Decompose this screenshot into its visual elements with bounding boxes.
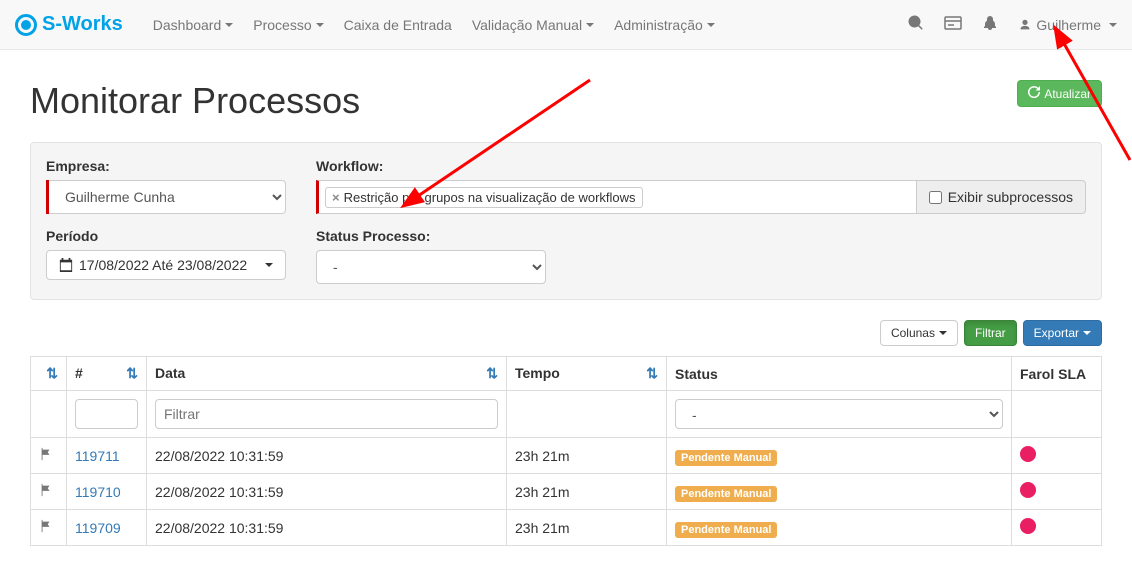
empresa-select[interactable]: Guilherme Cunha bbox=[49, 180, 286, 214]
navbar: S-Works Dashboard Processo Caixa de Entr… bbox=[0, 0, 1132, 50]
calendar-icon bbox=[59, 258, 73, 272]
page-header: Monitorar Processos Atualizar bbox=[0, 50, 1132, 142]
workflow-tag: × Restrição por grupos na visualização d… bbox=[325, 187, 643, 208]
flag-icon[interactable] bbox=[39, 484, 53, 500]
nav-dashboard[interactable]: Dashboard bbox=[153, 17, 234, 33]
filter-status-select[interactable]: - bbox=[675, 399, 1003, 429]
th-id[interactable]: #⇅ bbox=[67, 357, 147, 391]
table-row: 119710 22/08/2022 10:31:5923h 21m Pendente… bbox=[31, 474, 1102, 510]
chevron-down-icon bbox=[225, 23, 233, 27]
status-badge: Pendente Manual bbox=[675, 486, 777, 502]
card-icon[interactable] bbox=[944, 15, 962, 34]
cell-data: 22/08/2022 10:31:59 bbox=[147, 510, 507, 546]
user-icon bbox=[1018, 18, 1032, 32]
th-data[interactable]: Data⇅ bbox=[147, 357, 507, 391]
chevron-down-icon bbox=[316, 23, 324, 27]
chevron-down-icon bbox=[1083, 331, 1091, 335]
cell-data: 22/08/2022 10:31:59 bbox=[147, 438, 507, 474]
logo-icon bbox=[15, 14, 37, 36]
empresa-label: Empresa: bbox=[46, 158, 286, 174]
nav-main: Dashboard Processo Caixa de Entrada Vali… bbox=[153, 17, 735, 33]
table-row: 119711 22/08/2022 10:31:5923h 21m Pendente… bbox=[31, 438, 1102, 474]
status-label: Status Processo: bbox=[316, 228, 1086, 244]
sort-icon: ⇅ bbox=[126, 365, 138, 382]
chevron-down-icon bbox=[265, 263, 273, 267]
status-select[interactable]: - bbox=[316, 250, 546, 284]
farol-indicator bbox=[1020, 446, 1036, 462]
page-title: Monitorar Processos bbox=[30, 80, 360, 122]
nav-caixa[interactable]: Caixa de Entrada bbox=[344, 17, 452, 33]
cell-tempo: 23h 21m bbox=[507, 438, 667, 474]
nav-admin[interactable]: Administração bbox=[614, 17, 715, 33]
brand-logo[interactable]: S-Works bbox=[15, 13, 123, 36]
periodo-label: Período bbox=[46, 228, 286, 244]
cell-tempo: 23h 21m bbox=[507, 510, 667, 546]
th-farol: Farol SLA bbox=[1012, 357, 1102, 391]
chevron-down-icon bbox=[939, 331, 947, 335]
cell-tempo: 23h 21m bbox=[507, 474, 667, 510]
farol-indicator bbox=[1020, 482, 1036, 498]
user-name: Guilherme bbox=[1036, 17, 1101, 33]
workflow-input[interactable]: × Restrição por grupos na visualização d… bbox=[316, 180, 917, 214]
colunas-button[interactable]: Colunas bbox=[880, 320, 958, 346]
table-toolbar: Colunas Filtrar Exportar bbox=[30, 320, 1102, 346]
flag-icon[interactable] bbox=[39, 448, 53, 464]
th-status: Status bbox=[667, 357, 1012, 391]
filter-panel: Empresa: Guilherme Cunha Período 17/08/2… bbox=[30, 142, 1102, 300]
status-badge: Pendente Manual bbox=[675, 522, 777, 538]
user-menu[interactable]: Guilherme bbox=[1018, 17, 1117, 33]
search-icon[interactable] bbox=[908, 15, 924, 34]
cell-data: 22/08/2022 10:31:59 bbox=[147, 474, 507, 510]
th-tempo[interactable]: Tempo⇅ bbox=[507, 357, 667, 391]
farol-indicator bbox=[1020, 518, 1036, 534]
process-id-link[interactable]: 119710 bbox=[75, 484, 121, 500]
filter-data-input[interactable] bbox=[155, 399, 498, 429]
process-id-link[interactable]: 119711 bbox=[75, 448, 120, 464]
brand-text: S-Works bbox=[42, 13, 123, 36]
exibir-checkbox[interactable] bbox=[929, 191, 942, 204]
th-flag[interactable]: ⇅ bbox=[31, 357, 67, 391]
status-badge: Pendente Manual bbox=[675, 450, 777, 466]
sort-icon: ⇅ bbox=[486, 365, 498, 382]
refresh-icon bbox=[1028, 86, 1040, 101]
nav-processo[interactable]: Processo bbox=[253, 17, 323, 33]
process-id-link[interactable]: 119709 bbox=[75, 520, 121, 536]
table-row: 119709 22/08/2022 10:31:5923h 21m Pendente… bbox=[31, 510, 1102, 546]
chevron-down-icon bbox=[1109, 23, 1117, 27]
exibir-subprocessos[interactable]: Exibir subprocessos bbox=[917, 180, 1086, 214]
refresh-button[interactable]: Atualizar bbox=[1017, 80, 1102, 107]
navbar-right: Guilherme bbox=[908, 15, 1117, 34]
nav-validacao[interactable]: Validação Manual bbox=[472, 17, 594, 33]
chevron-down-icon bbox=[586, 23, 594, 27]
process-table: ⇅ #⇅ Data⇅ Tempo⇅ Status Farol SLA - 119… bbox=[30, 356, 1102, 546]
flag-icon[interactable] bbox=[39, 520, 53, 536]
bell-icon[interactable] bbox=[982, 15, 998, 34]
chevron-down-icon bbox=[707, 23, 715, 27]
filtrar-button[interactable]: Filtrar bbox=[964, 320, 1017, 346]
periodo-button[interactable]: 17/08/2022 Até 23/08/2022 bbox=[46, 250, 286, 280]
filter-id-input[interactable] bbox=[75, 399, 138, 429]
sort-icon: ⇅ bbox=[46, 365, 58, 382]
tag-remove-icon[interactable]: × bbox=[332, 190, 340, 205]
exportar-button[interactable]: Exportar bbox=[1023, 320, 1102, 346]
workflow-label: Workflow: bbox=[316, 158, 1086, 174]
sort-icon: ⇅ bbox=[646, 365, 658, 382]
